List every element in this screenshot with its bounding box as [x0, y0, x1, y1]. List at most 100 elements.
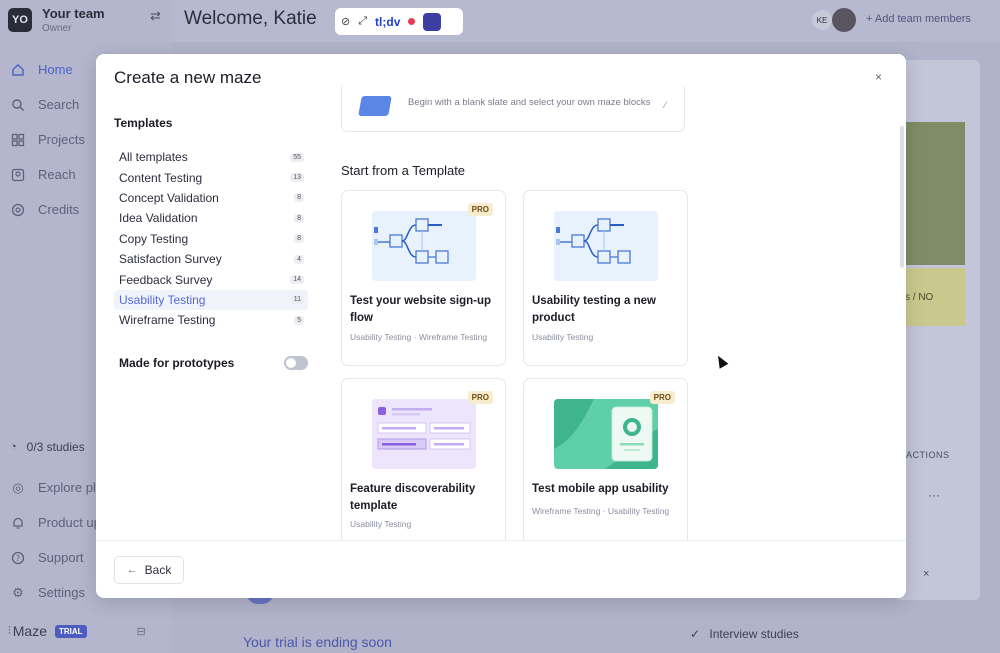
expand-icon[interactable]: ⤢: [358, 15, 367, 28]
category-item[interactable]: Usability Testing 11: [114, 289, 308, 311]
brand: ⫶ Maze TRIAL ⊟: [8, 623, 146, 639]
check-icon: ✓: [690, 627, 701, 641]
templates-scrollbar[interactable]: [900, 126, 904, 268]
category-label: Wireframe Testing: [119, 313, 216, 328]
category-item[interactable]: Wireframe Testing 5: [114, 310, 308, 330]
blank-maze-description: Begin with a blank slate and select your…: [408, 97, 651, 108]
sidebar-item-support[interactable]: ? Support: [10, 540, 101, 575]
grid-icon: [10, 132, 26, 148]
add-team-members-button[interactable]: + Add team members: [866, 13, 971, 25]
category-label: Content Testing: [119, 170, 203, 185]
prototypes-toggle[interactable]: [284, 355, 308, 370]
category-label: Satisfaction Survey: [119, 252, 222, 267]
category-count: 55: [290, 152, 304, 162]
pro-badge: PRO: [467, 391, 493, 404]
blank-maze-card[interactable]: Begin with a blank slate and select your…: [341, 86, 685, 132]
help-icon: ?: [10, 550, 26, 566]
sidebar-item-search[interactable]: Search: [10, 87, 85, 122]
template-card-feature-discoverability[interactable]: PRO Feature discoverability template Usa…: [341, 378, 506, 540]
sidebar-item-explore[interactable]: ◎ Explore pl: [10, 470, 101, 505]
category-count: 11: [290, 295, 304, 305]
category-label: Idea Validation: [119, 211, 198, 226]
template-card-new-product[interactable]: Usability testing a new product Usabilit…: [523, 190, 688, 366]
search-icon: [10, 97, 26, 113]
sidebar-secondary-nav: ◎ Explore pl Product up ? Support ⚙ Sett…: [10, 470, 101, 610]
template-tags: Usability Testing · Wireframe Testing: [350, 332, 488, 342]
svg-text:?: ?: [16, 554, 20, 563]
category-label: Feedback Survey: [119, 272, 213, 287]
team-switcher[interactable]: YO Your team Owner: [8, 6, 105, 34]
arrow-left-icon: ←: [126, 564, 138, 576]
more-options-icon[interactable]: ···: [928, 488, 940, 502]
team-name: Your team: [42, 6, 105, 21]
yes-no-label: s / NO: [905, 292, 934, 303]
templates-content: Begin with a blank slate and select your…: [341, 54, 901, 540]
sidebar-item-reach[interactable]: Reach: [10, 157, 85, 192]
sidebar-item-projects[interactable]: Projects: [10, 122, 85, 157]
reach-icon: [10, 167, 26, 183]
category-label: Concept Validation: [119, 190, 219, 205]
category-count: 14: [290, 275, 304, 285]
category-item[interactable]: Idea Validation 8: [114, 208, 308, 228]
credits-icon: [10, 202, 26, 218]
compass-icon: ◎: [12, 479, 24, 495]
pro-badge: PRO: [467, 203, 493, 216]
category-count: 8: [294, 193, 304, 203]
modal-footer: ← Back: [96, 540, 906, 598]
category-item[interactable]: Copy Testing 8: [114, 229, 308, 249]
template-title: Feature discoverability template: [350, 483, 476, 512]
trial-badge: TRIAL: [54, 624, 87, 638]
interview-studies-item: ✓ Interview studies: [690, 627, 799, 641]
sidebar-item-settings[interactable]: ⚙ Settings: [10, 575, 101, 610]
template-title: Usability testing a new product: [532, 295, 656, 324]
category-item[interactable]: Feedback Survey 14: [114, 269, 308, 289]
user-initials-avatar[interactable]: KE: [812, 10, 832, 30]
sidebar-item-label: Search: [38, 97, 80, 112]
template-card-mobile-app[interactable]: PRO Test mobile app usability Wireframe …: [523, 378, 688, 540]
interview-label: Interview studies: [709, 627, 799, 641]
bell-icon: [10, 515, 26, 531]
sidebar-item-label: Product up: [38, 515, 101, 530]
category-item[interactable]: Content Testing 13: [114, 167, 308, 187]
team-role: Owner: [42, 23, 72, 34]
category-count: 8: [294, 234, 304, 244]
user-photo-avatar[interactable]: [832, 8, 856, 32]
back-button[interactable]: ← Back: [114, 556, 184, 584]
template-title: Test mobile app usability: [532, 483, 669, 495]
pro-badge: PRO: [649, 391, 675, 404]
chevron-right-icon: ⁄: [664, 100, 666, 110]
section-title: Start from a Template: [341, 163, 466, 178]
sidebar-item-label: Settings: [38, 585, 85, 600]
studies-label: 0/3 studies: [26, 440, 85, 454]
sidebar-item-label: Projects: [38, 132, 85, 147]
sidebar-item-credits[interactable]: Credits: [10, 192, 85, 227]
sidebar-item-label: Reach: [38, 167, 76, 182]
category-label: Usability Testing: [119, 292, 206, 307]
category-count: 13: [290, 173, 304, 183]
home-icon: [10, 62, 26, 78]
switch-icon[interactable]: ⇄: [150, 8, 161, 24]
sidebar-item-label: Support: [38, 550, 84, 565]
mobile-app-thumbnail: [554, 399, 658, 469]
sidebar-item-product-updates[interactable]: Product up: [10, 505, 101, 540]
sidebar-item-home[interactable]: Home: [10, 52, 85, 87]
dismiss-icon[interactable]: ×: [923, 568, 929, 580]
maze-logo-icon: ⫶: [8, 624, 11, 637]
app-icon[interactable]: [423, 12, 442, 31]
heatmap-preview: [905, 122, 965, 265]
category-item[interactable]: Satisfaction Survey 4: [114, 249, 308, 269]
category-count: 5: [294, 315, 304, 325]
template-tags: Usability Testing: [350, 519, 412, 529]
collapse-sidebar-icon[interactable]: ⊟: [137, 625, 146, 638]
add-members-label: Add team members: [874, 13, 971, 25]
templates-heading: Templates: [114, 116, 173, 130]
template-card-signup-flow[interactable]: PRO Test your website sign-up flow Usabi…: [341, 190, 506, 366]
category-item[interactable]: All templates 55: [114, 147, 308, 167]
sidebar-item-label: Home: [38, 62, 73, 77]
template-title: Test your website sign-up flow: [350, 295, 491, 324]
gear-icon: ⚙: [12, 584, 24, 600]
hide-icon[interactable]: ⊘: [341, 15, 350, 28]
category-item[interactable]: Concept Validation 8: [114, 188, 308, 208]
create-maze-modal: Create a new maze × Templates All templa…: [96, 54, 906, 598]
sidebar-item-label: Credits: [38, 202, 80, 217]
